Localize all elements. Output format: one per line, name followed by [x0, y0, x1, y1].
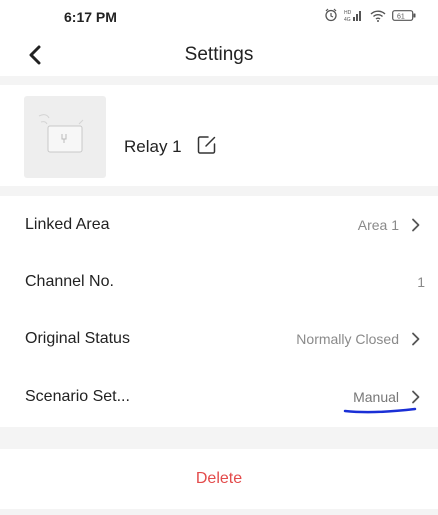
battery-icon: 61 — [392, 9, 416, 22]
row-label: Linked Area — [25, 215, 110, 233]
row-label: Scenario Set... — [25, 388, 130, 405]
chevron-right-icon — [412, 332, 420, 345]
row-label: Original Status — [25, 329, 130, 347]
device-image — [24, 96, 106, 178]
settings-list: Linked Area Area 1 Channel No. 1 Origina… — [0, 196, 438, 427]
original-status-row[interactable]: Original Status Normally Closed — [0, 310, 438, 367]
row-value: Manual — [353, 389, 399, 405]
device-name: Relay 1 — [124, 137, 182, 156]
linked-area-row[interactable]: Linked Area Area 1 — [0, 196, 438, 253]
row-value: Area 1 — [357, 216, 399, 233]
status-time: 6:17 PM — [64, 9, 117, 25]
row-value: 1 — [417, 273, 425, 290]
channel-no-row: Channel No. 1 — [0, 253, 438, 310]
relay-device-icon — [38, 114, 84, 153]
svg-text:4G: 4G — [344, 17, 351, 22]
chevron-right-icon — [412, 390, 420, 404]
nav-bar: Settings — [0, 34, 438, 76]
status-icons: HD 4G 61 — [324, 8, 416, 22]
page-title: Settings — [184, 44, 254, 65]
row-label: Channel No. — [25, 272, 114, 290]
svg-text:HD: HD — [344, 10, 352, 16]
scenario-settings-row[interactable]: Scenario Set... Manual — [0, 367, 438, 427]
delete-button[interactable]: Delete — [166, 460, 272, 498]
chevron-right-icon — [412, 218, 420, 231]
status-bar: 6:17 PM HD 4G 61 — [0, 0, 438, 34]
wifi-icon — [370, 9, 386, 22]
battery-level: 61 — [397, 13, 405, 20]
device-card: Relay 1 — [0, 85, 438, 186]
annotation-underline — [343, 407, 417, 414]
signal-icon: HD 4G — [344, 9, 364, 22]
delete-section: Delete — [0, 449, 438, 509]
row-value: Normally Closed — [296, 330, 399, 347]
edit-icon[interactable] — [196, 134, 218, 156]
alarm-icon — [324, 8, 338, 22]
